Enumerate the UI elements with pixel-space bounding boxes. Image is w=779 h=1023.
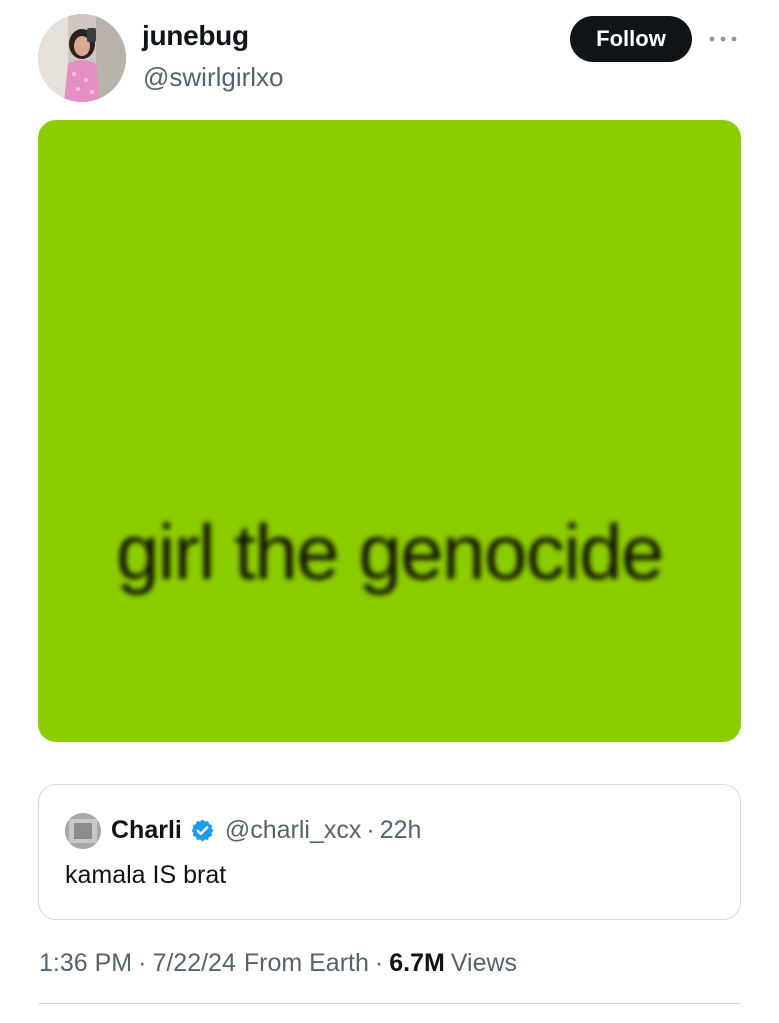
more-options-button[interactable] — [704, 26, 742, 52]
bottom-divider — [38, 1003, 741, 1004]
separator-dot: · — [374, 948, 384, 977]
tweet-location: From Earth — [243, 948, 369, 977]
quoted-tweet-text: kamala IS brat — [65, 861, 227, 889]
quoted-tweet-header: Charli @charli_xcx · 22h — [111, 811, 421, 849]
quoted-author-handle[interactable]: @charli_xcx — [225, 816, 362, 845]
tweet-time[interactable]: 1:36 PM — [39, 949, 132, 978]
author-handle[interactable]: @swirlgirlxo — [143, 62, 284, 93]
avatar-image-icon — [65, 813, 101, 849]
profile-photo — [38, 14, 126, 102]
tweet-date[interactable]: 7/22/24 — [152, 949, 235, 978]
verified-badge-icon — [190, 818, 215, 843]
views-label: Views — [450, 948, 518, 977]
tweet-media-image[interactable]: girl the genocide — [38, 120, 741, 742]
views-count: 6.7M — [389, 948, 445, 977]
author-display-name[interactable]: junebug — [142, 20, 249, 52]
media-caption-text: girl the genocide — [116, 508, 664, 596]
quoted-tweet-time[interactable]: 22h — [380, 816, 422, 845]
quoted-author-avatar — [65, 813, 101, 849]
follow-button[interactable]: Follow — [570, 16, 692, 62]
media-background — [38, 120, 741, 742]
quoted-tweet-card[interactable]: Charli @charli_xcx · 22h kamala IS brat — [38, 784, 741, 920]
separator-dot: · — [138, 948, 147, 977]
separator-dot: · — [366, 815, 375, 844]
tweet-meta: 1:36 PM · 7/22/24 From Earth · 6.7M View… — [39, 944, 517, 982]
quoted-author-name[interactable]: Charli — [111, 816, 182, 845]
more-horizontal-icon — [709, 36, 737, 42]
author-avatar[interactable] — [38, 14, 126, 102]
